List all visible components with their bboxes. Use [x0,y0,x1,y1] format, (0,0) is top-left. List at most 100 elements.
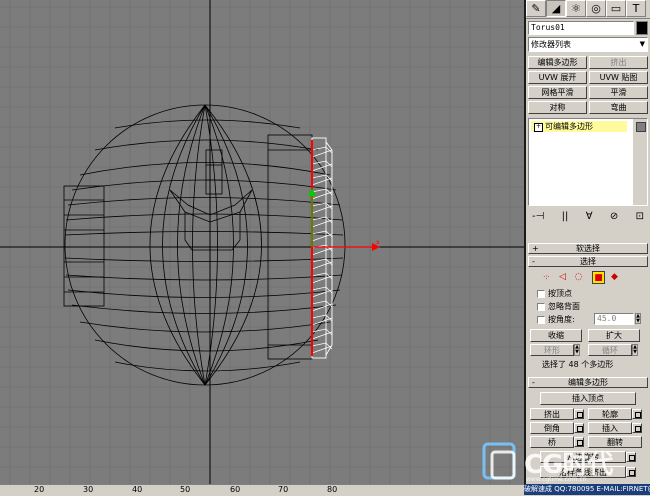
ignore-backfacing-label: 忽略背面 [548,302,580,311]
polygon-icon[interactable]: ■ [592,271,605,284]
ruler-tick-label: 20 [34,485,45,494]
modifier-button-uvw-map[interactable]: UVW 贴图 [589,71,648,84]
stack-scrollbar[interactable] [633,119,647,205]
motion-icon: ◎ [591,2,601,15]
remove-modifier-icon[interactable]: ⊘ [610,211,618,223]
tab-create[interactable]: ✎ [526,0,546,17]
object-color-swatch[interactable] [636,21,648,35]
tab-utilities[interactable]: T [626,0,646,17]
by-angle-label: 按角度: [548,315,575,324]
modifier-list-dropdown[interactable]: 修改器列表 ▼ [528,37,648,52]
command-panel: ✎ ◢ ⚛ ◎ ▭ T Torus01 修改器列表 ▼ 编辑多边形 挤出 UVW… [526,0,650,484]
rollout-edit-polygons[interactable]: - 编辑多边形 [528,377,648,388]
chevron-down-icon: ▼ [639,40,645,48]
configure-sets-icon[interactable]: ⊡ [636,211,644,223]
modifier-button-extrude[interactable]: 挤出 [589,56,648,69]
show-end-result-icon[interactable]: || [562,211,569,223]
modify-icon: ◢ [551,2,561,15]
selection-status-text: 选择了 48 个多边形 [542,360,614,369]
ruler-tick-label: 50 [180,485,191,494]
stack-item-label: 可编辑多边形 [545,122,593,131]
viewport-top[interactable]: x [0,0,526,484]
modifier-stack[interactable]: + 可编辑多边形 [528,118,648,206]
rollout-soft-selection[interactable]: + 软选择 [528,243,648,254]
ring-spinner[interactable]: ▲ ▼ [574,344,580,356]
ruler-tick-label: 80 [327,485,338,494]
loop-button[interactable]: 循环 [588,344,632,356]
selected-polygon-row [311,230,333,242]
modifier-button-smooth[interactable]: 平滑 [589,86,648,99]
loop-spinner[interactable]: ▲ ▼ [632,344,638,356]
angle-spinner[interactable]: ▲ ▼ [635,313,641,324]
modifier-button-edit-poly[interactable]: 编辑多边形 [528,56,587,69]
ruler-tick-label: 40 [132,485,143,494]
ring-button[interactable]: 环形 [530,344,574,356]
ruler-tick-label: 30 [83,485,94,494]
by-angle-checkbox[interactable] [537,316,545,324]
edge-glyph: ◁ [559,271,566,282]
modifier-button-meshsmooth[interactable]: 网格平滑 [528,86,587,99]
shrink-button[interactable]: 收缩 [530,329,582,342]
status-text: 破解速成 QQ:780095 E-MAIL:FIRNET@QQ.COM 2006… [524,485,650,493]
border-icon[interactable]: ◌ [572,270,585,283]
utilities-icon: T [632,2,640,15]
selected-polygon-row [311,146,333,158]
selected-polygon-row [311,342,333,354]
selected-polygon-row [311,272,333,284]
bevel-settings-button[interactable] [574,423,584,433]
selected-polygon-row [311,202,333,214]
gizmo-x-label: x [376,239,380,246]
panel-tabs: ✎ ◢ ⚛ ◎ ▭ T [526,0,650,19]
ruler-tick-label: 70 [278,485,289,494]
outline-button[interactable]: 轮廓 [588,408,632,420]
pin-stack-icon[interactable]: -⊣ [532,211,544,223]
modifier-button-symmetry[interactable]: 对称 [528,101,587,114]
edge-icon[interactable]: ◁ [556,270,569,283]
stack-item-editable-poly[interactable]: + 可编辑多边形 [531,121,627,132]
extrude-button[interactable]: 挤出 [530,408,574,420]
tab-hierarchy[interactable]: ⚛ [566,0,586,17]
status-bar: 破解速成 QQ:780095 E-MAIL:FIRNET@QQ.COM 2006… [524,484,650,495]
vertex-glyph: ·:· [543,272,550,281]
outline-settings-button[interactable] [632,409,642,419]
rollout-title: 编辑多边形 [568,378,608,387]
make-unique-icon[interactable]: ∀ [586,211,593,223]
selected-polygon-row [311,258,333,270]
inset-button[interactable]: 插入 [588,422,632,434]
viewport-grid [0,0,524,484]
gizmo-y-arrow [308,188,316,196]
inset-settings-button[interactable] [632,423,642,433]
expand-icon[interactable]: + [534,123,543,132]
stack-toggle-icon[interactable] [636,122,646,132]
tab-modify[interactable]: ◢ [546,0,566,17]
create-icon: ✎ [531,2,541,15]
hierarchy-icon: ⚛ [571,2,581,15]
modifier-button-uvw-unwrap[interactable]: UVW 展开 [528,71,587,84]
insert-vertex-button[interactable]: 插入顶点 [540,392,636,405]
display-icon: ▭ [610,2,622,15]
vertex-icon[interactable]: ·:· [540,270,553,283]
element-icon[interactable]: ◆ [608,270,621,283]
viewport-canvas[interactable]: x [0,0,524,484]
rollout-sign: + [532,244,539,253]
by-vertex-checkbox[interactable] [537,290,545,298]
modifier-button-bend[interactable]: 弯曲 [589,101,648,114]
ignore-backfacing-checkbox[interactable] [537,303,545,311]
tab-display[interactable]: ▭ [606,0,626,17]
logo-icon [482,442,516,480]
polygon-glyph: ■ [594,272,603,283]
angle-input[interactable]: 45.0 [594,313,634,325]
tab-motion[interactable]: ◎ [586,0,606,17]
rollout-selection[interactable]: - 选择 [528,256,648,267]
rollout-title: 软选择 [576,244,600,253]
by-vertex-label: 按顶点 [548,289,572,298]
extrude-settings-button[interactable] [574,409,584,419]
timeline-ruler[interactable]: 20 30 40 50 60 70 80 [0,484,524,496]
element-glyph: ◆ [611,271,618,282]
rollout-title: 选择 [580,257,596,266]
bevel-button[interactable]: 倒角 [530,422,574,434]
viewport-axes [0,0,524,484]
watermark-url: www.cgtime.com.cn [526,476,587,483]
grow-button[interactable]: 扩大 [588,329,640,342]
object-name-field[interactable]: Torus01 [528,21,634,35]
